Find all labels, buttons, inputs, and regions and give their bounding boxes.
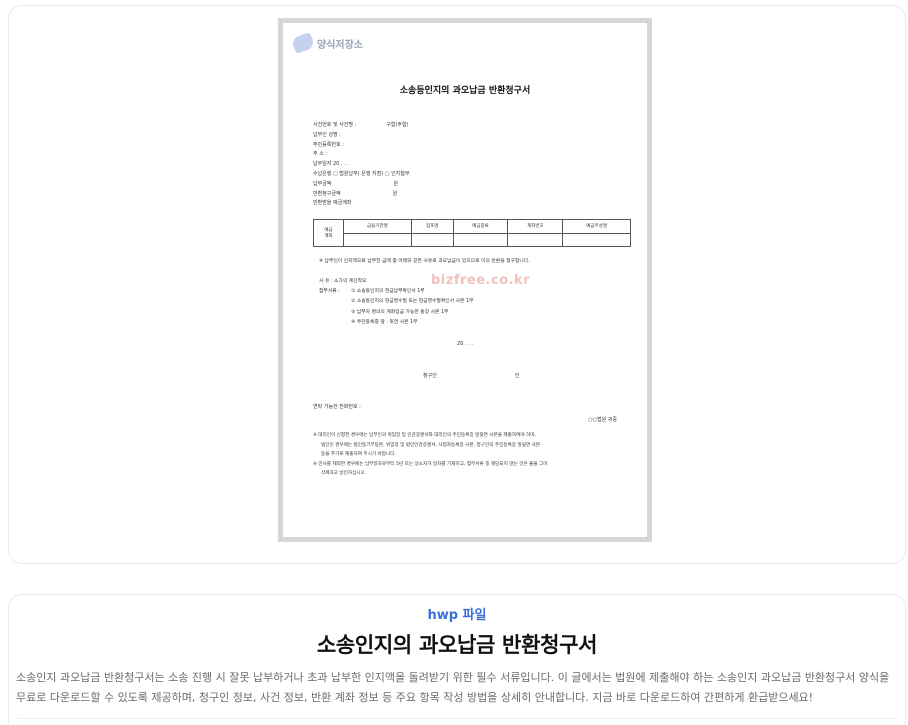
note-line: 삭제하고 날인하십시오. [321, 471, 367, 477]
account-cell [410, 232, 454, 247]
watermark-url: bizfree.co.kr [431, 273, 531, 288]
account-cell [562, 232, 631, 247]
attachment-list: ① 소송등인지의 현금납부확인서 1부 ② 소송등인지의 현금영수필 또는 현금… [351, 287, 473, 329]
form-line: 주 소 : [313, 151, 328, 158]
watermark-logo-text: 양식저장소 [317, 39, 363, 51]
form-fields: 사건번호 및 사건명 : 구합(주합) 납부인 성명 : 주민등록번호 : 주 소… [313, 121, 633, 209]
form-line: 반환청구금액 원 [313, 190, 398, 197]
applicant-line: 청구인 인 [423, 372, 519, 379]
seal-mark: 인 [514, 373, 520, 379]
notes: ※ 대리인이 신청한 경우에는 납부인의 위임장 및 인감증명서와 대리인의 주… [313, 431, 629, 479]
divider [17, 718, 897, 719]
account-cell [452, 232, 509, 247]
note-line: 법인인 경우에는 법인등기부등본, 위임장 및 법인인감증명서, 사업자등록증 … [321, 442, 541, 448]
info-card: hwp 파일 소송인지의 과오납금 반환청구서 소송인지 과오납금 반환청구서는… [8, 594, 906, 725]
account-cell [507, 232, 564, 247]
attachment-item: ④ 주민등록증 앞 · 뒷면 사본 1부 [351, 320, 418, 326]
account-col-header: 금융기관명 [343, 219, 412, 234]
applicant-label: 청구인 [423, 373, 437, 379]
form-line: 수납은행 ▢ 법원납부( 은행 지점) ▢ 인지첩부 [313, 170, 410, 177]
account-table: 예금 계좌 금융기관명 점포명 예금종류 계좌번호 예금주성명 [313, 219, 631, 247]
attachment-item: ② 소송등인지의 현금영수필 또는 현금영수필확인서 사본 1부 [351, 299, 474, 305]
form-line: 납부일자 20 . . . [313, 161, 349, 168]
account-row-header: 예금 계좌 [313, 219, 344, 247]
note-line: 등을 추가로 제출하여 주시기 바랍니다. [321, 452, 396, 458]
account-col-header: 점포명 [410, 219, 454, 234]
form-line: 사건번호 및 사건명 : 구합(주합) [313, 122, 409, 128]
document-preview-image[interactable]: 양식저장소 소송등인지의 과오납금 반환청구서 사건번호 및 사건명 : 구합(주… [278, 18, 652, 542]
form-line: 납부인 성명 : [313, 131, 341, 138]
file-type-badge[interactable]: hwp 파일 [9, 604, 905, 623]
form-line: 반환받을 예금계좌 [313, 200, 352, 207]
preview-card: 양식저장소 소송등인지의 과오납금 반환청구서 사건번호 및 사건명 : 구합(주… [8, 5, 906, 564]
account-col-header: 계좌번호 [507, 219, 564, 234]
attachment-item: ③ 납부자 명의의 계좌입금 가능한 통장 사본 1부 [351, 309, 449, 315]
form-line: 주민등록번호 : [313, 141, 344, 148]
form-line: 납부금액 원 [313, 180, 399, 187]
court-line: ○○법원 귀중 [588, 417, 617, 423]
note-line: ※ 민사를 제외한 경우에는 납부일자로부터 5년 또는 상소자가 일자를 기재… [313, 461, 548, 467]
note-line: ※ 대리인이 신청한 경우에는 납부인의 위임장 및 인감증명서와 대리인의 주… [313, 433, 536, 438]
attachment-item: ① 소송등인지의 현금납부확인서 1부 [351, 289, 425, 294]
request-paragraph: ※ 납부인이 인지액으로 납부한 금액 중 아래와 같은 사유로 과오납금이 있… [319, 259, 530, 264]
date-line: 20 . . . [457, 341, 473, 347]
description-text: 소송인지 과오납금 반환청구서는 소송 진행 시 잘못 납부하거나 초과 납부한… [16, 671, 890, 704]
contact-line: 연락 가능한 전화번호 : [313, 404, 361, 410]
account-col-header: 예금종류 [452, 219, 509, 234]
watermark-logo: 양식저장소 [290, 32, 363, 54]
account-col-header: 예금주성명 [562, 219, 631, 234]
logo-icon [290, 32, 316, 54]
document-page: 양식저장소 소송등인지의 과오납금 반환청구서 사건번호 및 사건명 : 구합(주… [283, 23, 647, 537]
page-title: 소송인지의 과오납금 반환청구서 [316, 633, 598, 657]
document-title: 소송등인지의 과오납금 반환청구서 [399, 86, 531, 96]
account-cell [343, 232, 412, 247]
